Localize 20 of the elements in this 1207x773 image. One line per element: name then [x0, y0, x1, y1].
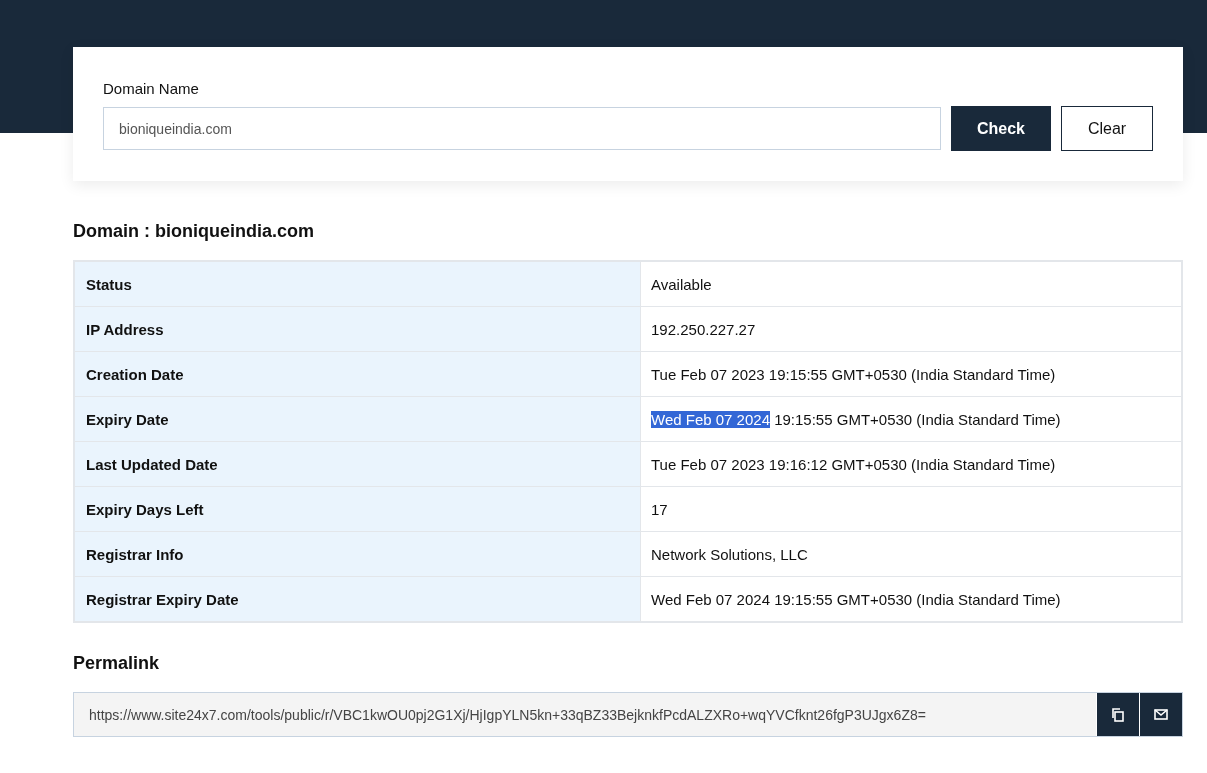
row-label: Expiry Days Left: [74, 486, 641, 532]
selected-text: Wed Feb 07 2024: [651, 410, 770, 428]
permalink-title: Permalink: [73, 653, 161, 674]
clear-button[interactable]: Clear: [1061, 106, 1153, 151]
row-label: Status: [74, 261, 641, 307]
domain-input[interactable]: bioniqueindia.com: [103, 107, 941, 150]
row-label: Registrar Info: [74, 531, 641, 577]
envelope-icon: [1154, 709, 1168, 720]
row-label: Expiry Date: [74, 396, 641, 442]
check-button[interactable]: Check: [951, 106, 1051, 151]
email-button[interactable]: [1139, 693, 1182, 736]
permalink-field[interactable]: https://www.site24x7.com/tools/public/r/VBC1kwOU0pj2G1Xj/HjIgpYLN5kn+33qBZ33BejknkfPcdALZXRo+wqYVCfknt26fgP3UJgx6Z8=: [73, 692, 1183, 737]
copy-icon: [1111, 707, 1125, 722]
copy-button[interactable]: [1096, 693, 1139, 736]
result-title: Domain : bioniqueindia.com: [73, 221, 315, 242]
row-label: Registrar Expiry Date: [74, 576, 641, 622]
row-label: Last Updated Date: [74, 441, 641, 487]
field-label: Domain Name: [103, 80, 200, 97]
row-label: Creation Date: [74, 351, 641, 397]
row-label: IP Address: [74, 306, 641, 352]
